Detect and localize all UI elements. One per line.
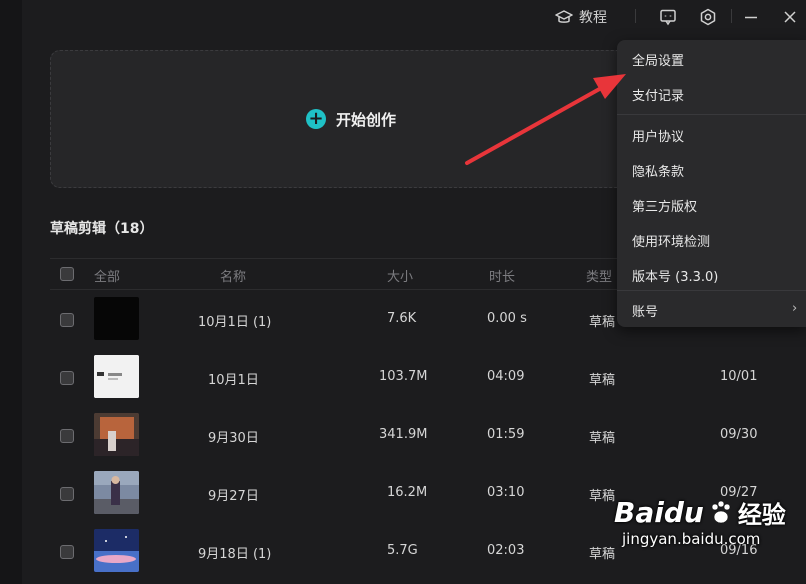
watermark-brand: Baidu bbox=[614, 496, 704, 529]
baidu-watermark: Baidu 经验 jingyan.baidu.com bbox=[614, 495, 786, 548]
watermark-site: 经验 bbox=[737, 501, 786, 529]
watermark-url: jingyan.baidu.com bbox=[622, 530, 761, 548]
paw-icon bbox=[708, 500, 734, 526]
